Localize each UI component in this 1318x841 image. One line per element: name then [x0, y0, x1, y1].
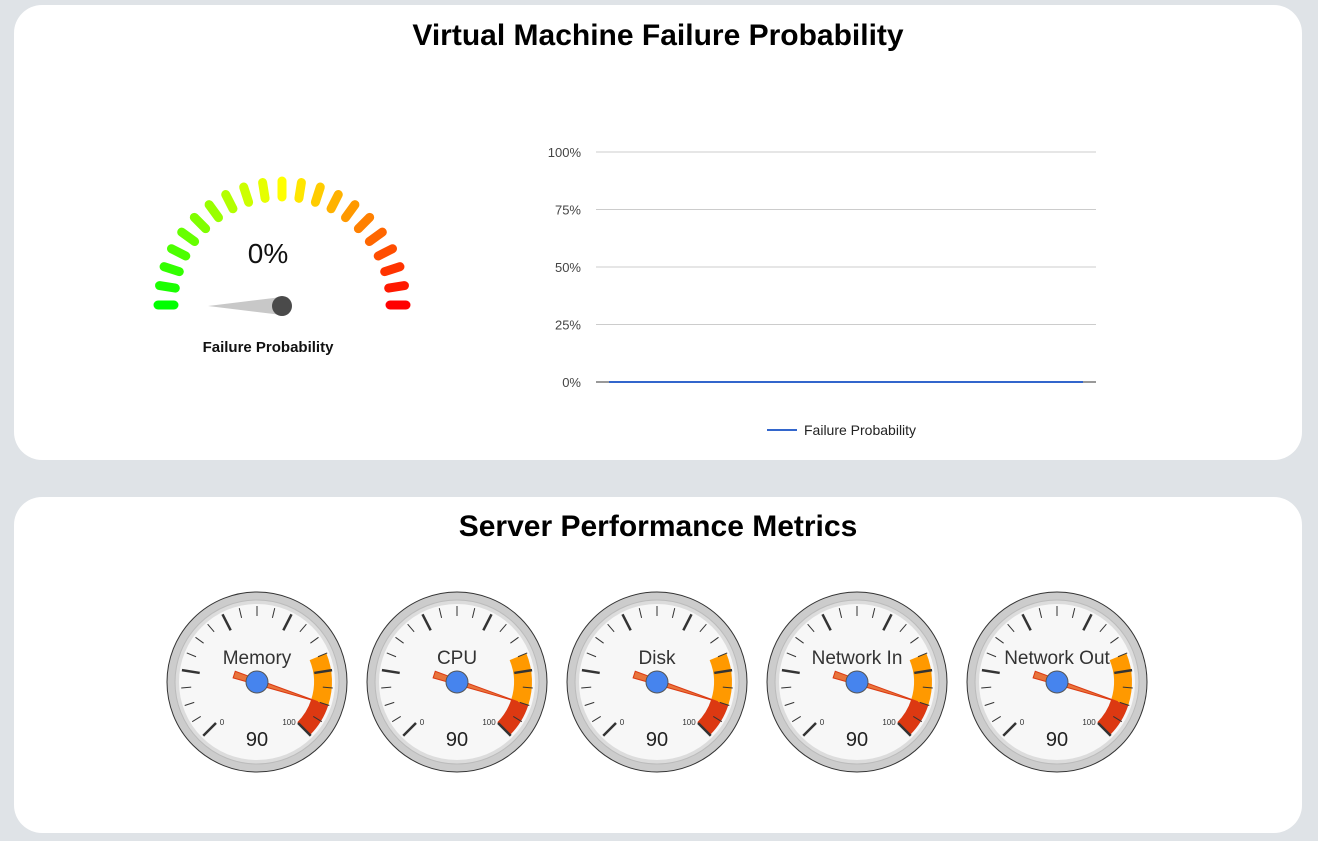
gauge-max-label: 100 [882, 718, 896, 727]
gauge-segment [340, 200, 360, 223]
gauge-segment [159, 262, 184, 277]
y-tick-label: 75% [555, 203, 581, 218]
legend-label[interactable]: Failure Probability [804, 422, 916, 438]
gauge-title: CPU [437, 648, 477, 669]
gauge-hub [845, 670, 869, 694]
gauge-min-label: 0 [420, 718, 425, 727]
metric-gauge-network-out: Network Out 0 100 90 [966, 591, 1148, 773]
metric-gauge-disk: Disk 0 100 90 [566, 591, 748, 773]
gauge-segment [364, 227, 387, 247]
gauge-segment [384, 281, 409, 293]
yellow-band [509, 653, 532, 706]
gauge-segment [373, 244, 397, 261]
gauge-segment [239, 182, 254, 207]
gauge-title: Disk [639, 648, 676, 669]
gauge-segment [204, 200, 224, 223]
gauge-value: 90 [246, 729, 268, 751]
gauge-hub [1045, 670, 1069, 694]
gauge-hub [445, 670, 469, 694]
failure-section-title: Virtual Machine Failure Probability [412, 19, 904, 52]
gauge-min-label: 0 [1020, 718, 1025, 727]
metric-gauge-network-in: Network In 0 100 90 [766, 591, 948, 773]
metrics-section-title: Server Performance Metrics [458, 510, 858, 543]
gauge-value: 90 [446, 729, 468, 751]
gauge-hub [645, 670, 669, 694]
metric-gauge-cpu: CPU 0 100 90 [366, 591, 548, 773]
gauge-title: Memory [223, 648, 292, 669]
gauge-min-label: 0 [620, 718, 625, 727]
gauge-segment [294, 178, 306, 203]
gauge-segment [155, 281, 180, 293]
yellow-band [1109, 653, 1132, 706]
y-tick-label: 25% [555, 318, 581, 333]
gauge-max-label: 100 [1082, 718, 1096, 727]
gauge-value: 90 [646, 729, 668, 751]
gauge-segment [221, 190, 238, 214]
gauge-segment [353, 212, 375, 234]
yellow-band [309, 653, 332, 706]
gauge-max-label: 100 [482, 718, 496, 727]
failure-gauge-label: Failure Probability [202, 339, 334, 356]
yellow-band [909, 653, 932, 706]
gauge-value: 90 [1046, 729, 1068, 751]
y-tick-label: 50% [555, 260, 581, 275]
failure-line-chart: 0% 25% 50% 75% 100% Failure Probability [548, 145, 1096, 438]
gauge-min-label: 0 [220, 718, 225, 727]
failure-gauge-value: 0% [247, 238, 289, 269]
gauge-hub [245, 670, 269, 694]
gauge-segment [258, 178, 270, 203]
gauge-segment [380, 262, 405, 277]
metric-gauge-memory: Memory 0 100 90 [166, 591, 348, 773]
gauge-min-label: 0 [820, 718, 825, 727]
gauge-max-label: 100 [282, 718, 296, 727]
y-tick-label: 100% [548, 145, 582, 160]
gauge-needle [208, 297, 282, 315]
gauge-segment [167, 244, 191, 261]
gauge-hub [272, 296, 292, 316]
y-tick-label: 0% [562, 375, 581, 390]
gauge-title: Network Out [1004, 648, 1110, 669]
gauge-title: Network In [812, 648, 903, 669]
gauge-max-label: 100 [682, 718, 696, 727]
gauge-value: 90 [846, 729, 868, 751]
chart-legend[interactable]: Failure Probability [767, 422, 916, 438]
yellow-band [709, 653, 732, 706]
gauge-segment [310, 182, 325, 207]
gauge-segment [189, 212, 211, 234]
gauge-segment [177, 227, 200, 247]
gauge-segment [326, 190, 343, 214]
